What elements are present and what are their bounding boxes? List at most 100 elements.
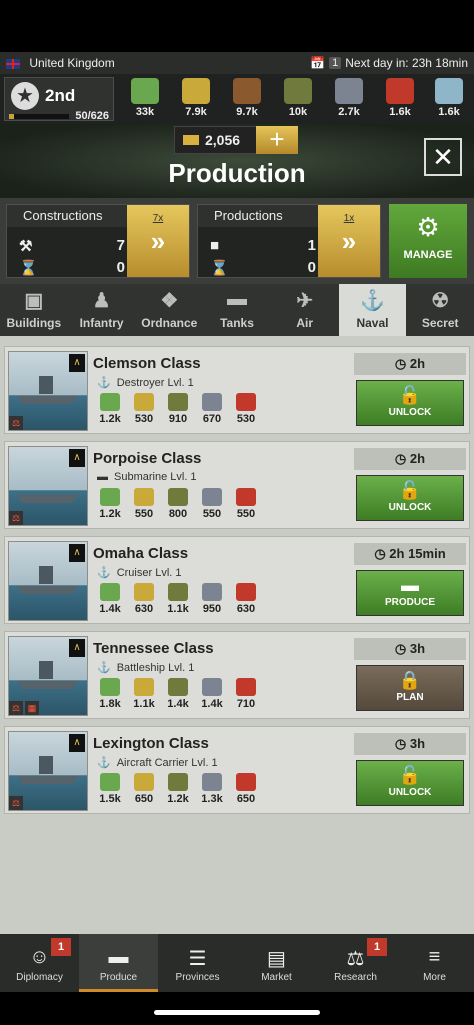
home-indicator	[154, 1010, 320, 1015]
unit-card[interactable]: ∧ ⚖ ▦ Tennessee Class ⚓ Battleship Lvl. 1 …	[4, 631, 470, 719]
nav-label: Research	[334, 972, 377, 983]
unit-card[interactable]: ∧ ⚖ Lexington Class ⚓ Aircraft Carrier Lv…	[4, 726, 470, 814]
cost-fuel: 710	[229, 678, 263, 710]
cost-money: 1.2k	[93, 488, 127, 520]
ammunition-icon	[134, 773, 154, 791]
tab-secret[interactable]: ☢ Secret	[406, 284, 474, 336]
manage-button[interactable]: ⚙ MANAGE	[389, 204, 467, 278]
build-time: ◷ 3h	[354, 733, 466, 755]
productions-queue[interactable]: Productions ■ 1 ⌛ 0 1x »	[197, 204, 381, 278]
resource-fuel[interactable]: 1.6k	[379, 78, 421, 118]
nav-more[interactable]: ≡ More	[395, 934, 474, 992]
speed-up-button[interactable]: 7x »	[127, 205, 189, 277]
rank-chevron-icon: ∧	[69, 354, 85, 372]
submarine-icon: ▬	[97, 471, 108, 483]
build-time: ◷ 3h	[354, 638, 466, 660]
tank-icon: ▬	[227, 288, 248, 310]
unit-type-label: Battleship Lvl. 1	[116, 662, 195, 674]
constructions-queue[interactable]: Constructions ⚒ 7 ⌛ 0 7x »	[6, 204, 190, 278]
flask-icon: ⚖	[9, 701, 23, 715]
unit-name: Porpoise Class	[93, 450, 202, 467]
radiation-icon: ☢	[431, 290, 450, 312]
rank-box[interactable]: ★ 2nd 50/626	[4, 77, 114, 122]
rank-chevron-icon: ∧	[69, 544, 85, 562]
cost-steel: 1.3k	[195, 773, 229, 805]
cost-steel: 1.4k	[195, 678, 229, 710]
resource-value: 2.7k	[338, 106, 360, 118]
unit-card[interactable]: ∧ ⚖ Clemson Class ⚓ Destroyer Lvl. 1 1.2k…	[4, 346, 470, 434]
unit-type: ▬ Submarine Lvl. 1	[97, 471, 197, 483]
rank-label: 2nd	[45, 86, 76, 105]
tab-tanks[interactable]: ▬ Tanks	[203, 284, 271, 336]
resource-components[interactable]: 10k	[277, 78, 319, 118]
fast-forward-icon: »	[341, 226, 357, 256]
cost-fuel: 530	[229, 393, 263, 425]
queue-label: Productions	[198, 205, 318, 227]
nav-research[interactable]: ⚖ Research 1	[316, 934, 395, 992]
waiting-count: 0	[307, 259, 316, 276]
hourglass-icon: ⌛	[19, 260, 38, 277]
speed-up-button[interactable]: 1x »	[318, 205, 380, 277]
day-count: 1	[329, 57, 342, 69]
flask-icon: ⚖	[9, 416, 23, 430]
fuel-can-icon	[236, 583, 256, 601]
resource-steel[interactable]: 2.7k	[328, 78, 370, 118]
resource-money[interactable]: 33k	[124, 78, 166, 118]
unlock-button[interactable]: 🔓 UNLOCK	[356, 380, 464, 426]
unit-type: ⚓ Battleship Lvl. 1	[97, 661, 194, 674]
active-count: 1	[307, 237, 316, 254]
nav-label: Diplomacy	[16, 972, 63, 983]
rank-chevron-icon: ∧	[69, 734, 85, 752]
ammunition-icon	[134, 488, 154, 506]
resource-value: 9.7k	[236, 106, 258, 118]
nav-market[interactable]: ▤ Market	[237, 934, 316, 992]
resource-rare-materials[interactable]: 1.6k	[428, 78, 470, 118]
list-icon: ☰	[188, 948, 207, 970]
country-info[interactable]: United Kingdom	[6, 56, 115, 70]
unit-costs: 1.2k 530 910 670 530	[93, 393, 263, 425]
unit-card[interactable]: ∧ Omaha Class ⚓ Cruiser Lvl. 1 1.4k 630 1…	[4, 536, 470, 624]
anchor-icon: ⚓	[97, 377, 111, 389]
unit-card[interactable]: ∧ ⚖ Porpoise Class ▬ Submarine Lvl. 1 1.2…	[4, 441, 470, 529]
next-day-info[interactable]: 📅 1 Next day in: 23h 18min	[310, 56, 468, 70]
fuel-can-icon	[236, 488, 256, 506]
resource-value: 10k	[288, 106, 308, 118]
unit-image: ∧ ⚖	[8, 446, 88, 526]
unlock-button[interactable]: 🔓 UNLOCK	[356, 760, 464, 806]
steel-icon	[202, 678, 222, 696]
steel-icon	[202, 773, 222, 791]
tab-buildings[interactable]: ▣ Buildings	[0, 284, 68, 336]
xp-progress-bar	[9, 114, 69, 119]
nav-diplomacy[interactable]: ☺ Diplomacy 1	[0, 934, 79, 992]
resource-supplies[interactable]: 9.7k	[226, 78, 268, 118]
tab-naval[interactable]: ⚓ Naval	[338, 284, 407, 336]
tab-air[interactable]: ✈ Air	[271, 284, 339, 336]
tab-ordnance[interactable]: ❖ Ordnance	[135, 284, 203, 336]
money-icon	[100, 488, 120, 506]
build-time: ◷ 2h	[354, 448, 466, 470]
resource-ammunition[interactable]: 7.9k	[175, 78, 217, 118]
status-bar: United Kingdom 📅 1 Next day in: 23h 18mi…	[0, 52, 474, 74]
tab-infantry[interactable]: ♟ Infantry	[68, 284, 136, 336]
ammunition-icon	[134, 678, 154, 696]
unit-costs: 1.8k 1.1k 1.4k 1.4k 710	[93, 678, 263, 710]
plan-button[interactable]: 🔒 PLAN	[356, 665, 464, 711]
unit-type-label: Cruiser Lvl. 1	[116, 567, 182, 579]
next-day-timer: Next day in: 23h 18min	[345, 56, 468, 70]
produce-button[interactable]: ▬ PRODUCE	[356, 570, 464, 616]
star-icon: ★	[11, 82, 39, 110]
nav-provinces[interactable]: ☰ Provinces	[158, 934, 237, 992]
unlock-button[interactable]: 🔓 UNLOCK	[356, 475, 464, 521]
unit-name: Tennessee Class	[93, 640, 214, 657]
cost-steel: 950	[195, 583, 229, 615]
tab-label: Tanks	[220, 316, 254, 330]
add-gold-button[interactable]: +	[256, 126, 298, 154]
nav-produce[interactable]: ▬ Produce	[79, 934, 158, 992]
active-count: 7	[116, 237, 125, 254]
close-button[interactable]: ✕	[424, 138, 462, 176]
rank-chevron-icon: ∧	[69, 639, 85, 657]
cost-ammunition: 530	[127, 393, 161, 425]
production-header: 2,056 + Production ✕	[0, 124, 474, 198]
resource-value: 33k	[135, 106, 155, 118]
waiting-count: 0	[116, 259, 125, 276]
